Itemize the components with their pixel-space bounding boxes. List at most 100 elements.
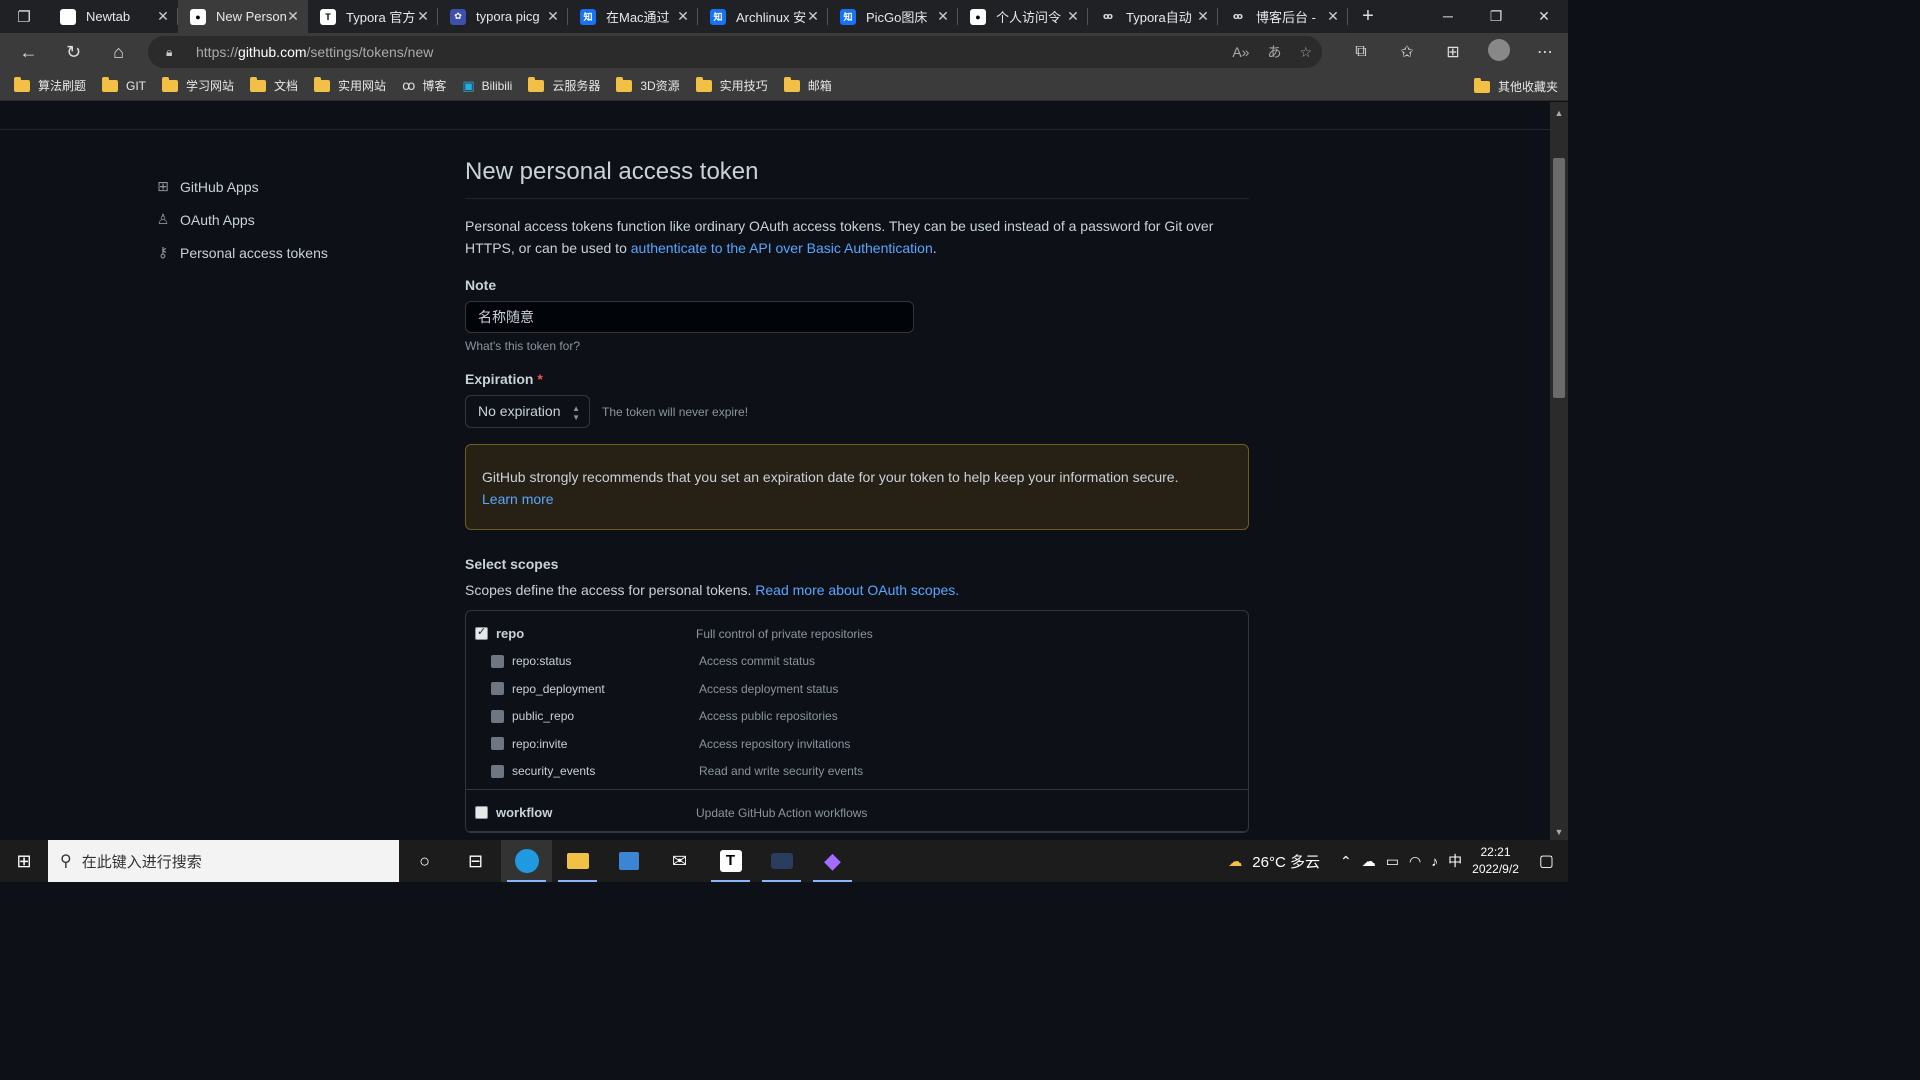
subscope-checkbox[interactable] [491, 654, 504, 668]
windows-start-icon[interactable]: ⊞ [0, 851, 48, 872]
add-favorite-icon[interactable]: ☆ [1299, 44, 1312, 61]
windows-taskbar: ⊞ ⚲ 在此键入进行搜索 ○ ⊟ ✉ T ◆ ☁ 26°C 多云 ⌃ ☁ ▭ ◠… [0, 840, 1568, 882]
subscope-checkbox[interactable] [491, 709, 504, 723]
bookmark-label: 算法刷题 [38, 79, 87, 93]
mail-icon[interactable]: ✉ [654, 840, 705, 882]
battery-icon[interactable]: ▭ [1386, 853, 1399, 870]
scope-checkbox[interactable] [475, 806, 488, 820]
app-taskbar-icon[interactable] [756, 840, 807, 882]
close-tab-icon[interactable]: ✕ [156, 8, 170, 25]
tab-8[interactable]: ꝏ Typora自动 ✕ [1088, 0, 1218, 33]
tab-title: Newtab [86, 9, 131, 24]
typora-taskbar-icon[interactable]: T [705, 840, 756, 882]
tab-7[interactable]: ● 个人访问令 ✕ [958, 0, 1088, 33]
restore-icon[interactable]: ❐ [1472, 0, 1520, 33]
scrollbar-thumb[interactable] [1553, 158, 1565, 398]
more-menu-icon[interactable]: ⋯ [1522, 42, 1568, 62]
tab-title: Typora自动 [1126, 10, 1192, 25]
task-view-icon[interactable]: ⊟ [450, 840, 501, 882]
file-explorer-icon[interactable] [552, 840, 603, 882]
bookmark-2[interactable]: 学习网站 [162, 76, 234, 94]
learn-more-link[interactable]: Learn more [482, 491, 554, 507]
translate-icon[interactable]: あ [1267, 42, 1281, 62]
subscope-checkbox[interactable] [491, 737, 504, 751]
subscope-description: Access public repositories [699, 709, 838, 724]
apps-grid-icon: ⊞ [157, 178, 169, 194]
bookmark-3[interactable]: 文档 [250, 76, 298, 94]
wifi-icon[interactable]: ◠ [1409, 853, 1421, 870]
volume-icon[interactable]: ♪ [1431, 853, 1438, 869]
bookmark-5[interactable]: ꝏ 博客 [402, 77, 446, 94]
onedrive-icon[interactable]: ☁ [1362, 853, 1376, 870]
close-tab-icon[interactable]: ✕ [1066, 8, 1080, 25]
weather-icon[interactable]: ☁ [1228, 853, 1242, 870]
close-tab-icon[interactable]: ✕ [936, 8, 950, 25]
edge-icon[interactable] [501, 840, 552, 882]
cortana-icon[interactable]: ○ [399, 840, 450, 882]
oauth-scopes-link[interactable]: Read more about OAuth scopes. [755, 582, 959, 598]
address-url[interactable]: https://github.com/settings/tokens/new [196, 44, 433, 60]
blog-icon: ꝏ [1103, 11, 1113, 21]
tab-4[interactable]: 知在Mac通过 ✕ [568, 0, 698, 33]
scroll-down-icon[interactable]: ▼ [1550, 827, 1568, 837]
tab-3[interactable]: ✿ typora picg ✕ [438, 0, 568, 33]
new-tab-button[interactable]: + [1348, 5, 1388, 28]
bookmark-1[interactable]: GIT [102, 76, 146, 94]
ime-indicator[interactable]: 中 [1448, 851, 1462, 871]
refresh-icon[interactable]: ↻ [51, 42, 96, 63]
close-tab-icon[interactable]: ✕ [546, 8, 560, 25]
tab-0[interactable]: Newtab ✕ [48, 0, 178, 33]
collections-icon[interactable]: ⊞ [1430, 42, 1476, 62]
store-icon[interactable] [603, 840, 654, 882]
other-bookmarks[interactable]: 其他收藏夹 [1473, 77, 1558, 95]
read-aloud-icon[interactable]: A» [1232, 44, 1249, 60]
scroll-up-icon[interactable]: ▲ [1550, 108, 1568, 118]
page-scrollbar[interactable]: ▲ ▼ [1550, 102, 1568, 840]
favorites-icon[interactable]: ✩ [1384, 42, 1430, 62]
tab-2[interactable]: T Typora 官方 ✕ [308, 0, 438, 33]
scope-checkbox[interactable] [475, 625, 488, 641]
close-tab-icon[interactable]: ✕ [286, 8, 300, 25]
lock-icon[interactable]: 🔒︎ [166, 45, 180, 60]
expiration-select[interactable]: No expiration ▲ ▼ [465, 395, 590, 428]
basic-auth-link[interactable]: authenticate to the API over Basic Authe… [631, 240, 933, 256]
tab-6[interactable]: 知 PicGo图床 ✕ [828, 0, 958, 33]
back-icon[interactable]: ← [6, 42, 51, 63]
sidebar-item-personal-access-tokens[interactable]: ⚷ Personal access tokens [154, 236, 328, 269]
close-tab-icon[interactable]: ✕ [1196, 8, 1210, 25]
close-tab-icon[interactable]: ✕ [1326, 8, 1340, 25]
profile-avatar[interactable] [1476, 38, 1522, 66]
chevron-up-icon[interactable]: ⌃ [1340, 853, 1352, 870]
minimize-icon[interactable]: ─ [1424, 0, 1472, 33]
notifications-icon[interactable]: ▢ [1539, 851, 1554, 871]
token-form: New personal access token Personal acces… [465, 158, 1249, 833]
visual-studio-icon[interactable]: ◆ [807, 840, 858, 882]
extensions-icon[interactable]: ⧉ [1338, 43, 1384, 61]
tab-9[interactable]: ꝏ 博客后台 - ✕ [1218, 0, 1348, 33]
bookmark-9[interactable]: 实用技巧 [695, 76, 768, 94]
home-icon[interactable]: ⌂ [96, 42, 141, 63]
subscope-checkbox[interactable] [491, 682, 504, 696]
close-tab-icon[interactable]: ✕ [676, 8, 690, 25]
address-bar[interactable]: 🔒︎ https://github.com/settings/tokens/ne… [148, 36, 1322, 68]
bookmark-label: 实用网站 [338, 79, 387, 93]
close-tab-icon[interactable]: ✕ [416, 8, 430, 25]
close-window-icon[interactable]: ✕ [1520, 0, 1568, 33]
clock[interactable]: 22:21 2022/9/2 [1472, 844, 1519, 878]
sidebar-item-github-apps[interactable]: ⊞ GitHub Apps [154, 170, 328, 203]
close-tab-icon[interactable]: ✕ [806, 8, 820, 25]
sidebar-item-oauth-apps[interactable]: ♙ OAuth Apps [154, 203, 328, 236]
bookmark-10[interactable]: 邮箱 [783, 76, 832, 94]
taskbar-search[interactable]: ⚲ 在此键入进行搜索 [48, 840, 399, 882]
bookmark-8[interactable]: 3D资源 [616, 76, 680, 94]
tab-actions-icon[interactable]: ❐ [0, 0, 48, 33]
tab-1[interactable]: ● New Person ✕ [178, 0, 308, 33]
weather-text[interactable]: 26°C 多云 [1252, 851, 1320, 872]
note-input[interactable]: 名称随意 [465, 301, 914, 333]
bookmark-4[interactable]: 实用网站 [314, 76, 387, 94]
tab-5[interactable]: 知 Archlinux 安 ✕ [698, 0, 828, 33]
bookmark-6[interactable]: ▣ Bilibili [462, 77, 512, 94]
subscope-checkbox[interactable] [491, 764, 504, 778]
bookmark-7[interactable]: 云服务器 [528, 76, 600, 94]
bookmark-0[interactable]: 算法刷题 [14, 76, 87, 94]
